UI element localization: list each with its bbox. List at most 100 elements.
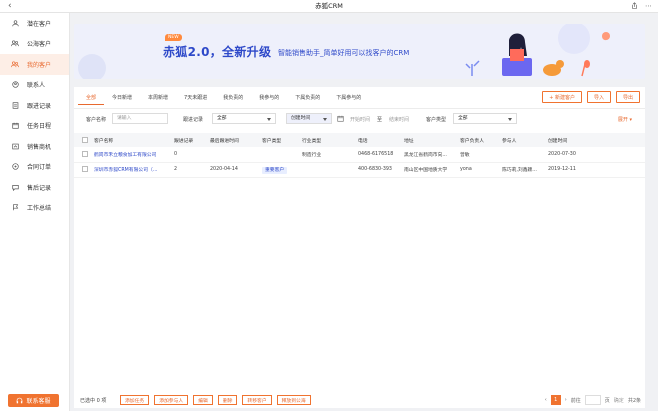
sidebar-item-contacts[interactable]: 联系人 <box>0 75 69 96</box>
next-page-icon[interactable]: › <box>565 397 567 403</box>
column-header[interactable]: 跟进记录 <box>171 133 207 147</box>
banner-subline: 智能销售助手_简单好用可以找客户的CRM <box>278 49 410 57</box>
add-participant-button[interactable]: 添加参与人 <box>154 395 189 405</box>
sidebar-item-label: 任务日程 <box>27 123 52 131</box>
column-header[interactable]: 客户类型 <box>259 133 299 147</box>
sidebar-item-aftersales[interactable]: 售后记录 <box>0 177 69 198</box>
total-count: 共2条 <box>627 397 641 404</box>
sidebar-item-summary[interactable]: 工作总结 <box>0 198 69 219</box>
new-customer-button[interactable]: + 新建客户 <box>542 91 582 103</box>
time-type-select[interactable]: 创建时间 <box>286 113 332 124</box>
goto-page-input[interactable] <box>584 395 601 405</box>
sidebar-item-public[interactable]: 公海客户 <box>0 34 69 55</box>
column-header[interactable]: 客户名称 <box>91 133 171 147</box>
person-icon <box>11 19 19 27</box>
column-header[interactable]: 行业类型 <box>299 133 355 147</box>
sidebar-item-follow[interactable]: 跟进记录 <box>0 95 69 116</box>
start-date-input[interactable]: 开始时间 <box>350 116 370 123</box>
calendar-icon[interactable] <box>337 115 344 124</box>
people-icon <box>11 40 19 48</box>
sidebar-item-label: 工作总结 <box>27 205 52 213</box>
confirm-button[interactable]: 确定 <box>614 397 624 404</box>
prev-page-icon[interactable]: ‹ <box>545 397 547 403</box>
column-header[interactable]: 最后跟进时间 <box>207 133 259 147</box>
customer-type-select[interactable]: 全部 <box>453 113 517 124</box>
delete-button[interactable]: 删除 <box>217 395 238 405</box>
sidebar-item-opportunity[interactable]: 销售商机 <box>0 136 69 157</box>
tab-participated[interactable]: 我参与的 <box>251 91 287 105</box>
contract-icon <box>11 163 19 171</box>
tab-sub-owned[interactable]: 下属负责的 <box>287 91 328 105</box>
record-icon <box>11 101 19 109</box>
goto-label: 前往 <box>570 397 581 404</box>
cell-phone: 0468-6176518 <box>355 147 401 163</box>
customer-name-link[interactable]: 深圳市赤狐CRM有限公司（... <box>91 162 171 178</box>
tab-sub-participated[interactable]: 下属参与的 <box>328 91 369 105</box>
edit-button[interactable]: 编辑 <box>193 395 213 405</box>
divider <box>74 108 645 109</box>
column-header[interactable]: 创建时间 <box>545 133 645 147</box>
promo-banner[interactable]: NEW 赤狐2.0，全新升级 智能销售助手_简单好用可以找客户的CRM <box>74 24 645 79</box>
cell-industry <box>299 162 355 178</box>
sidebar-item-tasks[interactable]: 任务日程 <box>0 116 69 137</box>
page-number[interactable]: 1 <box>550 395 561 405</box>
customer-name-link[interactable]: 鹤岗市禾立粮食加工有限公司 <box>91 147 171 163</box>
sidebar-item-label: 跟进记录 <box>27 102 52 110</box>
customer-type-label: 客户类型 <box>426 117 447 123</box>
row-checkbox[interactable] <box>82 151 88 157</box>
sidebar-item-potential[interactable]: 潜在客户 <box>0 13 69 34</box>
tab-all[interactable]: 全部 <box>78 91 105 105</box>
table-row[interactable]: 鹤岗市禾立粮食加工有限公司 0 制造行业 0468-6176518 黑龙江省鹤岗… <box>74 147 645 163</box>
cell-owner: 曾敏 <box>457 147 499 163</box>
cell-follow: 0 <box>171 147 207 163</box>
sidebar-item-label: 公海客户 <box>27 41 52 49</box>
expand-filters-button[interactable]: 展开 ▾ <box>618 116 632 123</box>
support-label: 联系客服 <box>26 398 51 405</box>
sidebar-item-contracts[interactable]: 合同订单 <box>0 157 69 178</box>
release-to-public-button[interactable]: 释放到公海 <box>276 395 311 405</box>
cell-last-follow <box>207 147 259 163</box>
customer-type-badge: 重要客户 <box>262 167 288 174</box>
my-customer-icon <box>11 60 19 68</box>
cell-type: 重要客户 <box>259 162 299 178</box>
column-header[interactable]: 电话 <box>355 133 401 147</box>
follow-select[interactable]: 全部 <box>212 113 276 124</box>
bulk-action-bar: 已选中 0 项 添加任务 添加参与人 编辑 删除 转移客户 释放到公海 ‹ 1 … <box>74 393 645 408</box>
tab-today[interactable]: 今日新增 <box>104 91 140 105</box>
add-task-button[interactable]: 添加任务 <box>120 395 150 405</box>
tab-7days-no-follow[interactable]: 7天未跟进 <box>176 91 215 105</box>
column-header[interactable]: 客户负责人 <box>457 133 499 147</box>
tab-week[interactable]: 本周新增 <box>140 91 176 105</box>
flag-icon <box>11 204 19 212</box>
select-all-checkbox[interactable] <box>82 136 88 143</box>
column-header[interactable]: 地址 <box>401 133 457 147</box>
transfer-customer-button[interactable]: 转移客户 <box>242 395 272 405</box>
cell-last-follow: 2020-04-14 <box>207 162 259 178</box>
export-button[interactable]: 导出 <box>615 91 640 103</box>
tab-mine[interactable]: 我负责的 <box>215 91 251 105</box>
cell-follow: 2 <box>171 162 207 178</box>
follow-label: 跟进记录 <box>183 117 204 123</box>
sidebar-item-my-customers[interactable]: 我的客户 <box>0 54 69 75</box>
more-icon[interactable]: ⋯ <box>645 2 652 11</box>
table-header-row: 客户名称 跟进记录 最后跟进时间 客户类型 行业类型 电话 地址 客户负责人 参… <box>74 133 645 147</box>
import-button[interactable]: 导入 <box>586 91 611 103</box>
customer-name-label: 客户名称 <box>86 117 107 123</box>
share-icon[interactable] <box>631 2 638 11</box>
sidebar-item-label: 我的客户 <box>27 61 52 69</box>
customer-table: 客户名称 跟进记录 最后跟进时间 客户类型 行业类型 电话 地址 客户负责人 参… <box>74 133 645 178</box>
cell-phone: 400-6830-393 <box>355 162 401 178</box>
selected-count: 已选中 0 项 <box>80 398 107 404</box>
sidebar-item-label: 联系人 <box>27 82 46 90</box>
contact-support-button[interactable]: 联系客服 <box>8 394 59 407</box>
cell-owner: yona <box>457 162 499 178</box>
filter-bar: 客户名称 请输入 跟进记录 全部 创建时间 开始时间 至 结束时间 客户类型 全… <box>82 113 642 127</box>
sidebar-item-label: 合同订单 <box>27 164 52 172</box>
row-checkbox[interactable] <box>82 166 88 173</box>
customer-name-input[interactable]: 请输入 <box>112 113 168 124</box>
end-date-input[interactable]: 结束时间 <box>389 116 409 123</box>
table-row[interactable]: 深圳市赤狐CRM有限公司（... 2 2020-04-14 重要客户 400-6… <box>74 162 645 178</box>
cell-participant <box>499 147 545 163</box>
chat-icon <box>11 183 19 191</box>
column-header[interactable]: 参与人 <box>499 133 545 147</box>
